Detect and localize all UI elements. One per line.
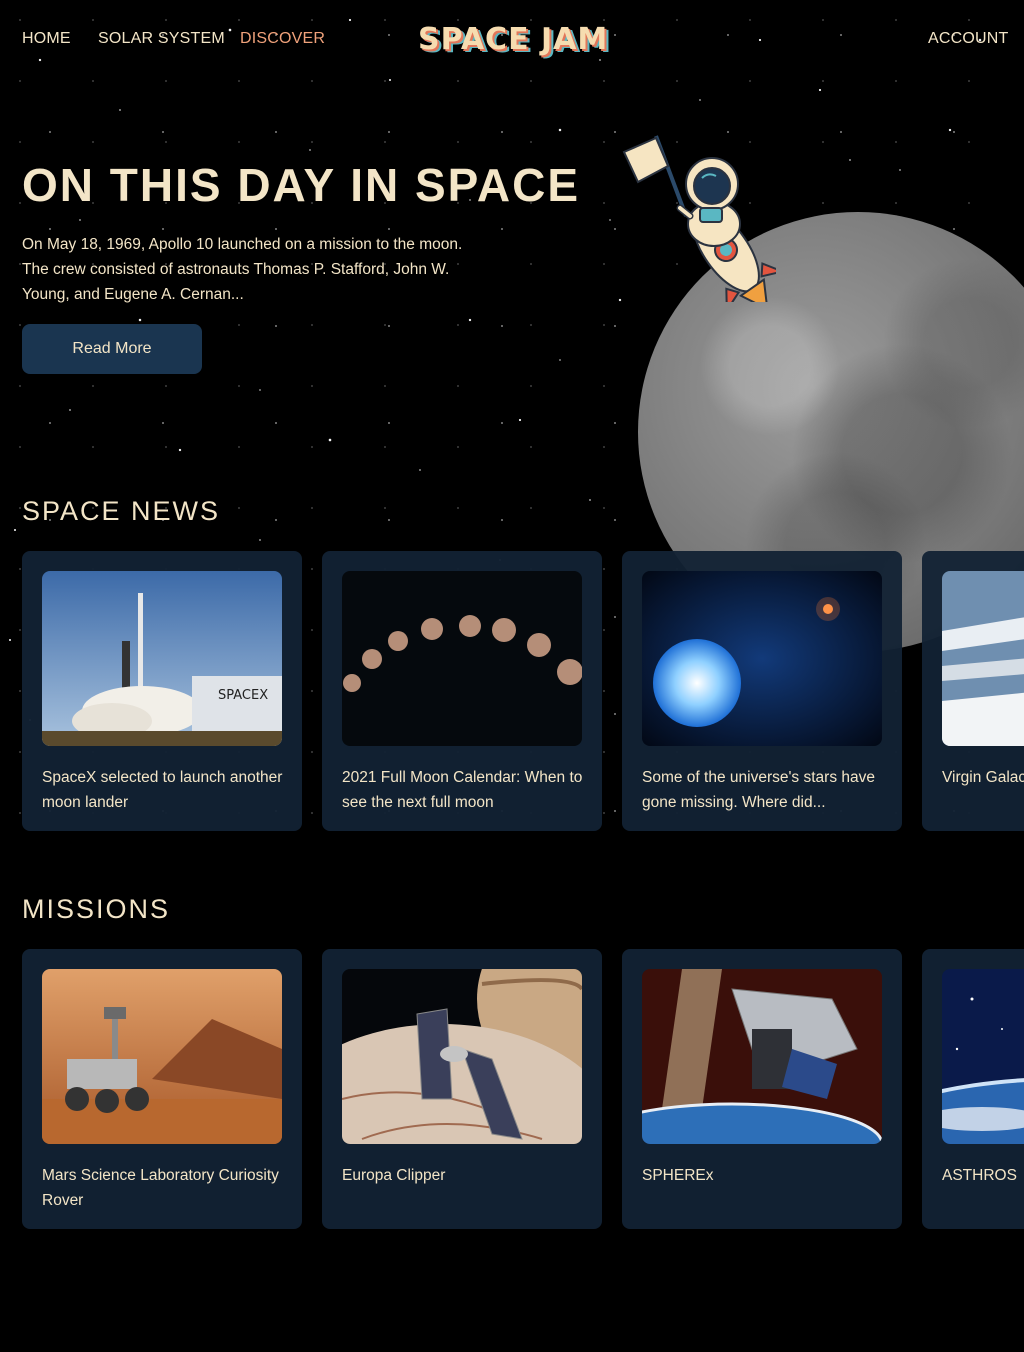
mission-card-title: Mars Science Laboratory Curiosity Rover [42,1167,279,1209]
news-card[interactable]: SPACEX SpaceX selected to launch another… [22,551,302,831]
mission-card[interactable]: Europa Clipper [322,949,602,1229]
news-card[interactable]: Some of the universe's stars have gone m… [622,551,902,831]
mission-card-title: ASTHROS [942,1167,1017,1184]
nav-account-link[interactable]: ACCOUNT [928,30,1009,48]
missions-heading: MISSIONS [22,894,171,924]
svg-text:SPACEX: SPACEX [218,688,268,703]
spherex-telescope-image [642,969,882,1144]
mission-card-title: Europa Clipper [342,1167,446,1184]
news-card-title: Some of the universe's stars have gone m… [642,769,875,811]
rocket-launch-image: SPACEX [42,571,282,746]
space-news-heading: SPACE NEWS [22,496,221,526]
missions-carousel: Mars Science Laboratory Curiosity Rover … [22,949,1024,1231]
news-card-title: Virgin Galactic next SpaceShip [942,769,1024,786]
news-card-title: SpaceX selected to launch another moon l… [42,769,283,811]
mars-rover-image [42,969,282,1144]
moon-phases-image [342,571,582,746]
page: HOME SOLAR SYSTEM DISCOVER SPACE JAM ACC… [0,0,1024,1352]
nav-solar-system-link[interactable]: SOLAR SYSTEM [98,30,225,48]
hero-title: ON THIS DAY IN SPACE [22,159,581,211]
astronaut-rocket-illustration [622,135,776,302]
news-card[interactable]: Virgin Galactic next SpaceShip [922,551,1024,831]
nav-discover-link[interactable]: DISCOVER [240,30,325,48]
read-more-button[interactable]: Read More [22,324,202,374]
mission-card[interactable]: ASTHROS [922,949,1024,1229]
mission-card[interactable]: SPHEREx [622,949,902,1229]
nav-home-link[interactable]: HOME [22,30,71,48]
space-news-carousel: SPACEX SpaceX selected to launch another… [22,551,1024,833]
spaceplane-image [942,571,1024,746]
blue-star-image [642,571,882,746]
site-logo[interactable]: SPACE JAM [418,22,608,57]
earth-from-space-image [942,969,1024,1144]
mission-card-title: SPHEREx [642,1167,714,1184]
news-card-title: 2021 Full Moon Calendar: When to see the… [342,769,583,811]
europa-clipper-image [342,969,582,1144]
news-card[interactable]: 2021 Full Moon Calendar: When to see the… [322,551,602,831]
top-navigation: HOME SOLAR SYSTEM DISCOVER SPACE JAM ACC… [0,0,1024,80]
hero-description: On May 18, 1969, Apollo 10 launched on a… [22,236,463,303]
mission-card[interactable]: Mars Science Laboratory Curiosity Rover [22,949,302,1229]
